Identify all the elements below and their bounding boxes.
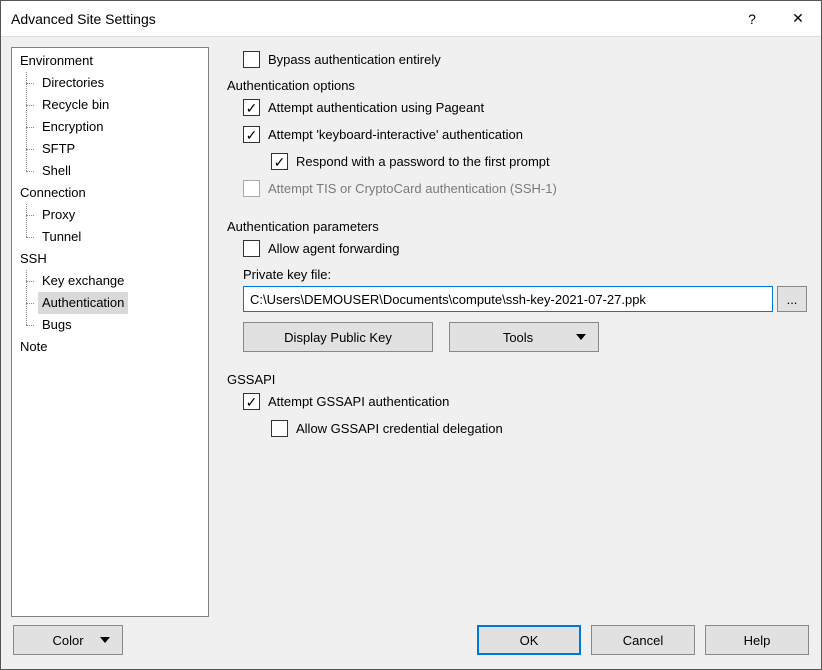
browse-button[interactable]: ...: [777, 286, 807, 312]
tree-connection[interactable]: Connection: [16, 182, 208, 204]
tis-row: Attempt TIS or CryptoCard authentication…: [243, 180, 807, 197]
tree-proxy[interactable]: Proxy: [26, 204, 208, 226]
close-icon[interactable]: ✕: [775, 1, 821, 36]
tree-note[interactable]: Note: [16, 336, 208, 358]
gssapi-attempt-label: Attempt GSSAPI authentication: [268, 394, 449, 409]
cancel-label: Cancel: [623, 633, 663, 648]
pageant-label: Attempt authentication using Pageant: [268, 100, 484, 115]
key-buttons-row: Display Public Key Tools: [243, 322, 807, 352]
auth-options-title: Authentication options: [227, 78, 807, 93]
footer: Color OK Cancel Help: [1, 617, 821, 669]
tree-sftp[interactable]: SFTP: [26, 138, 208, 160]
chevron-down-icon: [576, 334, 586, 340]
tree-recycle-bin[interactable]: Recycle bin: [26, 94, 208, 116]
private-key-input[interactable]: [243, 286, 773, 312]
tree-encryption[interactable]: Encryption: [26, 116, 208, 138]
ok-button[interactable]: OK: [477, 625, 581, 655]
kbi-label: Attempt 'keyboard-interactive' authentic…: [268, 127, 523, 142]
help-button[interactable]: Help: [705, 625, 809, 655]
help-label: Help: [744, 633, 771, 648]
pageant-checkbox[interactable]: ✓: [243, 99, 260, 116]
tis-label: Attempt TIS or CryptoCard authentication…: [268, 181, 557, 196]
nav-tree[interactable]: Environment Directories Recycle bin Encr…: [11, 47, 209, 617]
color-button[interactable]: Color: [13, 625, 123, 655]
tis-checkbox: [243, 180, 260, 197]
tree-tunnel[interactable]: Tunnel: [26, 226, 208, 248]
bypass-label: Bypass authentication entirely: [268, 52, 441, 67]
tree-shell[interactable]: Shell: [26, 160, 208, 182]
kbi-row: ✓ Attempt 'keyboard-interactive' authent…: [243, 126, 807, 143]
content-panel: Bypass authentication entirely Authentic…: [223, 47, 811, 617]
cancel-button[interactable]: Cancel: [591, 625, 695, 655]
pageant-row: ✓ Attempt authentication using Pageant: [243, 99, 807, 116]
gssapi-attempt-checkbox[interactable]: ✓: [243, 393, 260, 410]
bypass-row: Bypass authentication entirely: [243, 51, 807, 68]
private-key-label: Private key file:: [243, 267, 807, 282]
chevron-down-icon: [100, 637, 110, 643]
window-title: Advanced Site Settings: [11, 11, 156, 27]
dialog-body: Environment Directories Recycle bin Encr…: [1, 37, 821, 617]
respond-label: Respond with a password to the first pro…: [296, 154, 550, 169]
gssapi-title: GSSAPI: [227, 372, 807, 387]
gssapi-attempt-row: ✓ Attempt GSSAPI authentication: [243, 393, 807, 410]
titlebar: Advanced Site Settings ? ✕: [1, 1, 821, 37]
kbi-checkbox[interactable]: ✓: [243, 126, 260, 143]
tree-key-exchange[interactable]: Key exchange: [26, 270, 208, 292]
dialog-window: Advanced Site Settings ? ✕ Environment D…: [0, 0, 822, 670]
tools-label: Tools: [503, 330, 533, 345]
bypass-checkbox[interactable]: [243, 51, 260, 68]
private-key-row: ...: [243, 286, 807, 312]
tree-directories[interactable]: Directories: [26, 72, 208, 94]
tools-button[interactable]: Tools: [449, 322, 599, 352]
auth-params-title: Authentication parameters: [227, 219, 807, 234]
ok-label: OK: [520, 633, 539, 648]
tree-bugs[interactable]: Bugs: [26, 314, 208, 336]
color-label: Color: [52, 633, 83, 648]
allow-fwd-row: Allow agent forwarding: [243, 240, 807, 257]
tree-ssh[interactable]: SSH: [16, 248, 208, 270]
gssapi-deleg-row: Allow GSSAPI credential delegation: [271, 420, 807, 437]
title-controls: ? ✕: [729, 1, 821, 36]
gssapi-deleg-checkbox[interactable]: [271, 420, 288, 437]
tree-environment[interactable]: Environment: [16, 50, 208, 72]
gssapi-deleg-label: Allow GSSAPI credential delegation: [296, 421, 503, 436]
display-public-key-button[interactable]: Display Public Key: [243, 322, 433, 352]
help-titlebar-button[interactable]: ?: [729, 1, 775, 36]
respond-checkbox[interactable]: ✓: [271, 153, 288, 170]
respond-row: ✓ Respond with a password to the first p…: [271, 153, 807, 170]
allow-fwd-label: Allow agent forwarding: [268, 241, 400, 256]
display-public-key-label: Display Public Key: [284, 330, 392, 345]
allow-fwd-checkbox[interactable]: [243, 240, 260, 257]
tree-authentication[interactable]: Authentication: [26, 292, 208, 314]
